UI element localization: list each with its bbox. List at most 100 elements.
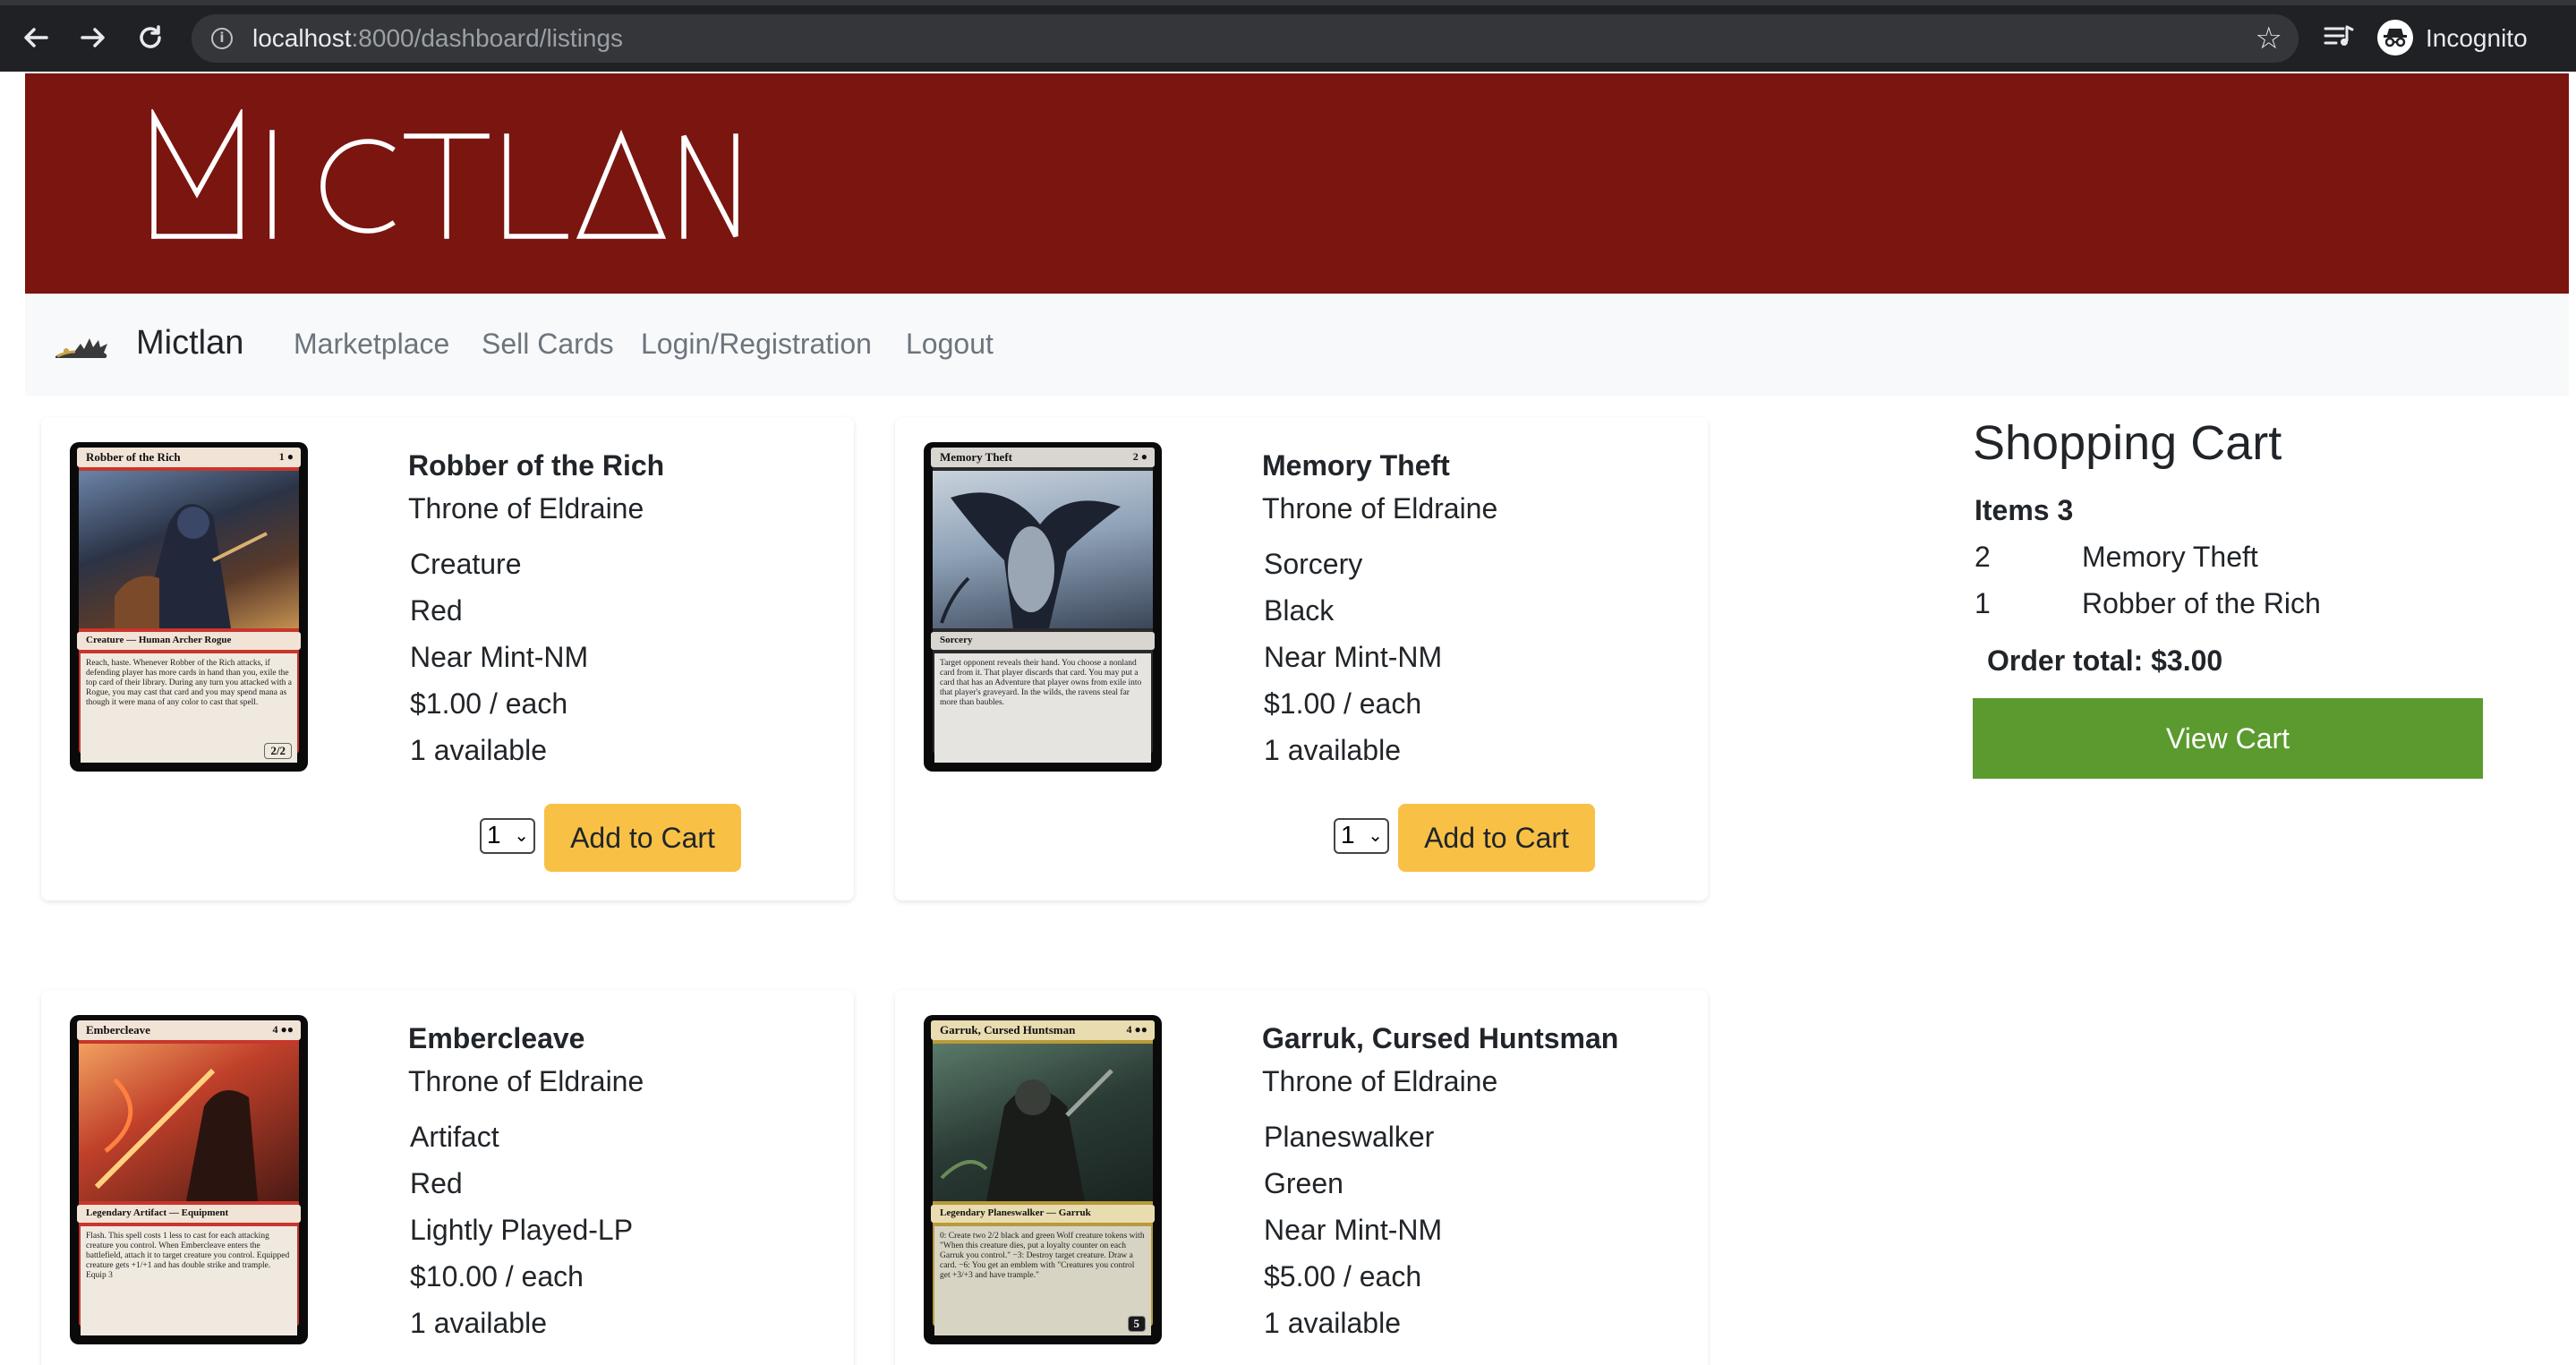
listing-type: Artifact (410, 1121, 499, 1153)
view-cart-button[interactable]: View Cart (1973, 698, 2483, 779)
add-to-cart-button[interactable]: Add to Cart (1398, 804, 1595, 872)
card-power-toughness: 2/2 (264, 743, 292, 759)
forward-arrow-icon[interactable] (77, 21, 109, 54)
cart-title: Shopping Cart (1973, 416, 2282, 470)
listing-condition: Lightly Played-LP (410, 1214, 634, 1246)
listing-card: Memory Theft 2 ● Sorcery Target opponent… (895, 417, 1708, 900)
brand-logo-icon[interactable] (54, 329, 109, 364)
card-textbox: Reach, haste. Whenever Robber of the Ric… (81, 653, 297, 763)
add-to-cart-button[interactable]: Add to Cart (544, 804, 741, 872)
quantity-select[interactable]: 1 ⌄ (480, 818, 535, 854)
card-type-line: Sorcery (940, 635, 973, 645)
card-mana-cost: 4 ●● (1126, 1023, 1148, 1036)
listing-set: Throne of Eldraine (408, 1065, 644, 1097)
listing-color: Black (1264, 594, 1335, 627)
card-type-bar: Sorcery (931, 632, 1155, 650)
listing-price: $5.00 / each (1264, 1260, 1422, 1292)
listing-condition: Near Mint-NM (410, 641, 589, 673)
card-image[interactable]: Embercleave 4 ●● Legendary Artifact — Eq… (70, 1015, 308, 1344)
listing-type: Sorcery (1264, 548, 1363, 580)
navbar-brand[interactable]: Mictlan (136, 324, 243, 363)
card-print-name: Embercleave (86, 1023, 150, 1037)
card-image[interactable]: Garruk, Cursed Huntsman 4 ●● Legendary P… (924, 1015, 1162, 1344)
listing-type: Planeswalker (1264, 1121, 1435, 1153)
card-type-bar: Creature — Human Archer Rogue (77, 632, 301, 650)
listing-set: Throne of Eldraine (408, 492, 644, 525)
card-art (79, 471, 299, 628)
logo (150, 107, 741, 248)
listing-color: Red (410, 594, 463, 627)
card-rules-text: Flash. This spell costs 1 less to cast f… (86, 1232, 290, 1280)
listing-color: Red (410, 1167, 463, 1199)
card-name-bar: Garruk, Cursed Huntsman 4 ●● (931, 1020, 1155, 1040)
quantity-select[interactable]: 1 ⌄ (1334, 818, 1389, 854)
nav-link-marketplace[interactable]: Marketplace (294, 328, 449, 361)
listing-name[interactable]: Memory Theft (1262, 449, 1450, 482)
page: Mictlan Marketplace Sell Cards Login/Reg… (0, 72, 2576, 1365)
listing-name[interactable]: Embercleave (408, 1022, 584, 1055)
header-banner (25, 73, 2569, 294)
nav-link-login-registration[interactable]: Login/Registration (641, 328, 872, 361)
star-icon[interactable]: ☆ (2256, 21, 2282, 55)
card-type-bar: Legendary Artifact — Equipment (77, 1205, 301, 1223)
chevron-down-icon: ⌄ (514, 824, 529, 846)
listing-set: Throne of Eldraine (1262, 492, 1498, 525)
url-path: :8000/dashboard/listings (351, 24, 624, 52)
card-textbox: 0: Create two 2/2 black and green Wolf c… (934, 1226, 1151, 1335)
card-rules-text: Reach, haste. Whenever Robber of the Ric… (86, 659, 292, 707)
card-print-name: Memory Theft (940, 450, 1012, 464)
quantity-value: 1 (487, 821, 501, 849)
card-type-line: Legendary Planeswalker — Garruk (940, 1207, 1091, 1218)
nav-link-logout[interactable]: Logout (906, 328, 994, 361)
profile-label: Incognito (2426, 24, 2528, 52)
card-art (933, 471, 1153, 628)
listing-availability: 1 available (410, 734, 547, 766)
chevron-down-icon: ⌄ (1368, 824, 1383, 846)
listing-availability: 1 available (1264, 1307, 1401, 1339)
card-image[interactable]: Memory Theft 2 ● Sorcery Target opponent… (924, 442, 1162, 772)
address-bar[interactable]: i localhost:8000/dashboard/listings ☆ (192, 14, 2299, 63)
card-type-line: Creature — Human Archer Rogue (86, 635, 232, 645)
card-print-name: Garruk, Cursed Huntsman (940, 1023, 1076, 1037)
listing-name[interactable]: Garruk, Cursed Huntsman (1262, 1022, 1618, 1055)
nav-link-sell-cards[interactable]: Sell Cards (482, 328, 614, 361)
card-textbox: Flash. This spell costs 1 less to cast f… (81, 1226, 297, 1335)
card-name-bar: Embercleave 4 ●● (77, 1020, 301, 1040)
cart-item-qty: 2 (1975, 541, 1991, 573)
card-textbox: Target opponent reveals their hand. You … (934, 653, 1151, 763)
listing-set: Throne of Eldraine (1262, 1065, 1498, 1097)
listing-price: $1.00 / each (410, 687, 568, 720)
back-arrow-icon[interactable] (20, 21, 52, 54)
card-type-line: Legendary Artifact — Equipment (86, 1207, 229, 1218)
cart-item-count: Items 3 (1975, 494, 2074, 526)
card-name-bar: Memory Theft 2 ● (931, 448, 1155, 467)
browser-toolbar: i localhost:8000/dashboard/listings ☆ In… (0, 0, 2576, 72)
url-text[interactable]: localhost:8000/dashboard/listings (252, 25, 623, 52)
cart-item-name: Robber of the Rich (2082, 587, 2321, 619)
navbar: Mictlan Marketplace Sell Cards Login/Reg… (25, 294, 2569, 396)
card-mana-cost: 2 ● (1132, 450, 1147, 463)
url-host: localhost (252, 24, 352, 52)
card-art (933, 1044, 1153, 1201)
incognito-icon (2377, 20, 2413, 55)
card-loyalty: 5 (1127, 1316, 1146, 1332)
info-icon[interactable]: i (211, 28, 233, 49)
card-type-bar: Legendary Planeswalker — Garruk (931, 1205, 1155, 1223)
listing-card: Garruk, Cursed Huntsman 4 ●● Legendary P… (895, 990, 1708, 1365)
cart-item-qty: 1 (1975, 587, 1991, 619)
listing-name[interactable]: Robber of the Rich (408, 449, 664, 482)
tab-strip (0, 0, 2576, 5)
listing-condition: Near Mint-NM (1264, 1214, 1443, 1246)
quantity-value: 1 (1341, 821, 1355, 849)
order-total: Order total: $3.00 (1987, 644, 2223, 677)
reload-icon[interactable] (134, 21, 166, 54)
cart-item-name: Memory Theft (2082, 541, 2258, 573)
card-art (79, 1044, 299, 1201)
listing-card: Robber of the Rich 1 ● Creature — Human … (41, 417, 854, 900)
listing-type: Creature (410, 548, 522, 580)
listing-condition: Near Mint-NM (1264, 641, 1443, 673)
card-rules-text: 0: Create two 2/2 black and green Wolf c… (940, 1232, 1145, 1280)
card-image[interactable]: Robber of the Rich 1 ● Creature — Human … (70, 442, 308, 772)
media-control-icon[interactable] (2322, 20, 2358, 52)
listing-availability: 1 available (410, 1307, 547, 1339)
